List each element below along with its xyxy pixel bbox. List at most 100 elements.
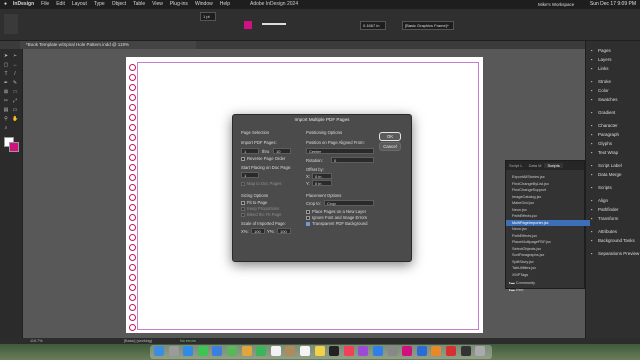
podcasts-icon[interactable]	[358, 346, 369, 356]
panel-layers[interactable]: ▪ Layers	[589, 56, 612, 64]
script-item[interactable]: PathEffects.jsx	[506, 233, 590, 239]
script-item[interactable]: MakeGrid.jsx	[506, 200, 590, 206]
note-tool-icon[interactable]: ▭	[12, 108, 18, 113]
panel-stroke[interactable]: ▪ Stroke	[589, 78, 611, 86]
panel-color[interactable]: ▪ Color	[589, 87, 609, 95]
panel-align[interactable]: ▪ Align	[589, 197, 608, 205]
selection-tool-icon[interactable]: ➤	[3, 54, 9, 59]
stroke-weight-field[interactable]: 1 pt	[200, 12, 216, 21]
menu-layout[interactable]: Layout	[72, 1, 87, 7]
eyedropper-tool-icon[interactable]: ⚲	[3, 117, 9, 122]
script-item[interactable]: FindChangeSupport	[506, 187, 590, 193]
panel-separations[interactable]: ▪ Separations Preview	[589, 250, 640, 258]
cancel-button[interactable]: Cancel	[379, 142, 401, 151]
panel-scripts[interactable]: ▪ Scripts	[589, 184, 612, 192]
menu-app[interactable]: InDesign	[13, 1, 34, 7]
app-store-icon[interactable]	[373, 346, 383, 356]
script-item[interactable]: FindChangeByList.jsx	[506, 181, 590, 187]
document-tab[interactable]: *Book Template w/Spiral Hole Pattern.ind…	[20, 41, 196, 49]
zoom-tool-icon[interactable]: ⌕	[3, 126, 9, 131]
illustrator-icon[interactable]	[431, 346, 442, 356]
map-pages-checkbox[interactable]	[241, 182, 245, 186]
x-offset-field[interactable]: 0 in	[312, 173, 332, 179]
panel-attributes[interactable]: ▪ Attributes	[589, 228, 617, 236]
start-page-field[interactable]: 1	[241, 172, 259, 178]
reminders-icon[interactable]	[300, 346, 310, 356]
frame-style-select[interactable]: [Basic Graphics Frame]+	[402, 21, 454, 30]
panel-data-merge[interactable]: ▪ Data Merge	[589, 171, 622, 179]
page-tool-icon[interactable]: ▢	[3, 63, 9, 68]
notes-icon[interactable]	[314, 346, 325, 356]
script-item[interactable]: SplitStory.jsx	[506, 259, 590, 265]
menu-edit[interactable]: Edit	[56, 1, 65, 7]
reference-point-icon[interactable]	[4, 14, 18, 34]
tab-scripts[interactable]: Scripts	[544, 163, 563, 168]
line-tool-icon[interactable]: /	[12, 72, 18, 77]
bleed-fit-checkbox[interactable]	[241, 213, 245, 217]
scissors-tool-icon[interactable]: ✂	[3, 99, 9, 104]
panel-pages[interactable]: ▪ Pages	[589, 47, 611, 55]
reverse-order-checkbox[interactable]	[241, 157, 245, 161]
workspace-switcher[interactable]: Mike's Workspace	[538, 2, 574, 7]
stroke-style[interactable]	[262, 23, 286, 25]
panel-transform[interactable]: ▪ Transform	[589, 215, 619, 223]
from-page-field[interactable]: 1	[241, 148, 259, 154]
x-scale-field[interactable]: 100	[251, 228, 265, 234]
panel-script-label[interactable]: ▪ Script Label	[589, 162, 622, 170]
script-item[interactable]: PathEffects.jsx	[506, 213, 590, 219]
menu-type[interactable]: Type	[94, 1, 105, 7]
tab-script-label[interactable]: Script L	[506, 163, 526, 168]
panel-background-tasks[interactable]: ▪ Background Tasks	[589, 237, 635, 245]
panel-paragraph[interactable]: ▪ Paragraph	[589, 131, 619, 139]
offset-field[interactable]: 0.1667 in	[360, 21, 386, 30]
menu-view[interactable]: View	[152, 1, 163, 7]
direct-selection-icon[interactable]: ➢	[12, 54, 18, 59]
finder-icon[interactable]	[154, 346, 164, 356]
script-item[interactable]: MultiPageImporter.jsx	[506, 219, 590, 226]
script-item[interactable]: Neon.jsx	[506, 226, 590, 232]
photos-icon[interactable]	[241, 346, 252, 356]
transparent-bg-checkbox[interactable]	[306, 222, 310, 226]
mail-icon[interactable]	[212, 346, 223, 356]
script-item[interactable]: TabUtilities.jsx	[506, 265, 590, 271]
safari-icon[interactable]	[183, 346, 194, 356]
facetime-icon[interactable]	[256, 346, 267, 356]
script-folder[interactable]: ▸▬ Community	[506, 280, 587, 286]
panel-text-wrap[interactable]: ▪ Text Wrap	[589, 149, 619, 157]
script-item[interactable]: ExportAllStories.jsx	[506, 174, 590, 180]
apple-icon[interactable]: ●	[4, 1, 7, 7]
tab-data-merge[interactable]: Data M	[526, 163, 545, 168]
pen-tool-icon[interactable]: ✒	[3, 81, 9, 86]
stroke-color-icon[interactable]	[9, 142, 19, 152]
gradient-tool-icon[interactable]: ▤	[3, 108, 9, 113]
menu-object[interactable]: Object	[112, 1, 126, 7]
terminal-icon[interactable]	[460, 346, 471, 356]
panel-links[interactable]: ▪ Links	[589, 65, 609, 73]
crop-select[interactable]: Crop	[324, 200, 374, 206]
trash-icon[interactable]	[475, 346, 486, 356]
type-tool-icon[interactable]: T	[3, 72, 9, 77]
menu-help[interactable]: Help	[220, 1, 230, 7]
fit-to-page-checkbox[interactable]	[241, 201, 245, 205]
script-item[interactable]: SortParagraphs.jsx	[506, 252, 590, 258]
script-folder[interactable]: ▸▬ User	[506, 287, 587, 293]
panel-swatches[interactable]: ▪ Swatches	[589, 96, 618, 104]
messages-icon[interactable]	[197, 346, 208, 356]
hand-tool-icon[interactable]: ✋	[12, 117, 18, 122]
thru-page-field[interactable]: 10	[273, 148, 291, 154]
panel-gradient[interactable]: ▪ Gradient	[589, 109, 616, 117]
pencil-tool-icon[interactable]: ✎	[12, 81, 18, 86]
rotation-select[interactable]: 0	[331, 157, 374, 163]
script-item[interactable]: PlaceMultipagePDF.jsx	[506, 239, 590, 245]
photoshop-icon[interactable]	[416, 346, 427, 356]
ignore-errors-checkbox[interactable]	[306, 216, 310, 220]
fill-swatch[interactable]	[244, 21, 252, 29]
rectangle-tool-icon[interactable]: □	[12, 90, 18, 95]
script-item[interactable]: ImageCatalog.jsx	[506, 194, 590, 200]
launchpad-icon[interactable]	[168, 346, 179, 356]
menu-window[interactable]: Window	[195, 1, 213, 7]
script-item[interactable]: XMPTags	[506, 272, 590, 278]
music-icon[interactable]	[343, 346, 354, 356]
y-offset-field[interactable]: 0 in	[312, 180, 332, 186]
menu-table[interactable]: Table	[133, 1, 145, 7]
